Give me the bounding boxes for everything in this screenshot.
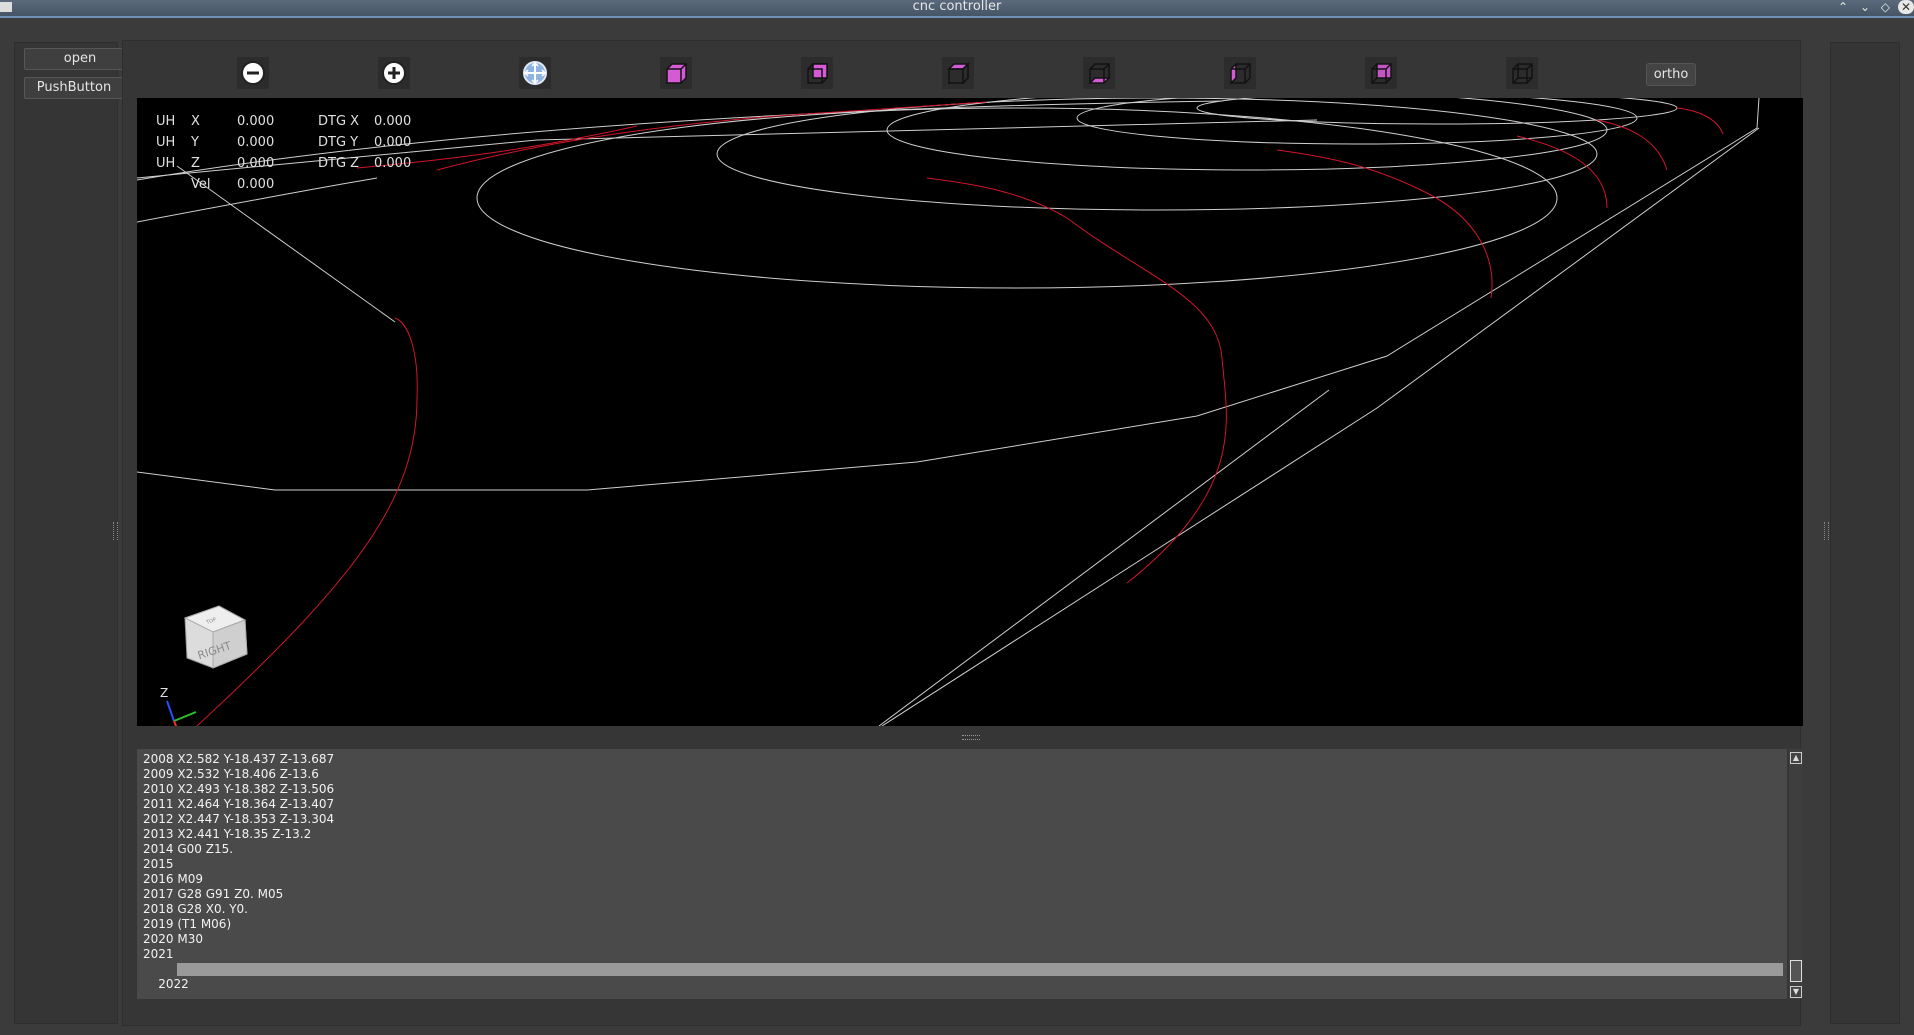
dro-x-prefix: UH: [156, 114, 176, 129]
shade-window-icon[interactable]: ⌃: [1838, 0, 1848, 14]
gcode-line[interactable]: 2016 M09: [137, 872, 1787, 887]
open-button[interactable]: open: [24, 48, 136, 70]
dro-z-value: 0.000: [237, 156, 275, 171]
rapid-path: [878, 389, 1330, 726]
zoom-out-icon[interactable]: [236, 56, 270, 90]
dro-y-value: 0.000: [237, 135, 275, 150]
gcode-line[interactable]: 2020 M30: [137, 932, 1787, 947]
contour-loop: [716, 98, 1598, 211]
toolpath-canvas: TOP RIGHT Z X: [137, 98, 1760, 726]
gcode-line[interactable]: 2017 G28 G91 Z0. M05: [137, 887, 1787, 902]
title-bar: cnc controller ⌃ ⌄ ◇ ✕: [0, 0, 1914, 18]
rapid-path: [137, 100, 1224, 181]
left-panel: [14, 42, 118, 1024]
dro-x-value: 0.000: [237, 114, 275, 129]
feed-path: [196, 317, 418, 726]
contour-loop: [1076, 98, 1638, 145]
window-title: cnc controller: [912, 0, 1002, 14]
dtg-y-label: DTG Y: [318, 135, 359, 150]
dtg-z-value: 0.000: [374, 156, 412, 171]
close-icon[interactable]: ✕: [1898, 0, 1914, 14]
gcode-current-line[interactable]: 2022: [137, 962, 1787, 991]
dtg-x-label: DTG X: [318, 114, 360, 129]
vertical-splitter-handle[interactable]: [962, 735, 980, 740]
gcode-line[interactable]: 2012 X2.447 Y-18.353 Z-13.304: [137, 812, 1787, 827]
contour-loop: [886, 98, 1608, 171]
dtg-z-label: DTG Z: [318, 156, 360, 171]
gcode-line[interactable]: 2011 X2.464 Y-18.364 Z-13.407: [137, 797, 1787, 812]
dro-y-axis: Y: [191, 135, 199, 150]
view-cube: TOP RIGHT: [183, 605, 248, 669]
gcode-line[interactable]: 2010 X2.493 Y-18.382 Z-13.506: [137, 782, 1787, 797]
zoom-in-icon[interactable]: [377, 56, 411, 90]
current-line-highlight: [177, 963, 1783, 976]
axis-triad: Z X: [160, 686, 197, 726]
dtg-y-value: 0.000: [374, 135, 412, 150]
velocity-label: Vel: [191, 177, 211, 192]
gcode-line[interactable]: 2014 G00 Z15.: [137, 842, 1787, 857]
view-top-icon[interactable]: [800, 56, 834, 90]
scroll-thumb[interactable]: [1790, 960, 1802, 982]
rapid-path: [881, 127, 1760, 726]
velocity-value: 0.000: [237, 177, 275, 192]
contour-loop: [476, 107, 1558, 289]
feed-path: [1276, 149, 1493, 299]
dro-z-axis: Z: [191, 156, 200, 171]
gcode-line[interactable]: 2013 X2.441 Y-18.35 Z-13.2: [137, 827, 1787, 842]
gcode-current-line-number: 2022: [158, 977, 189, 991]
view-wireframe-icon[interactable]: [1505, 56, 1539, 90]
right-panel: [1830, 42, 1900, 1024]
ortho-button[interactable]: ortho: [1646, 63, 1696, 86]
axis-z-label: Z: [160, 686, 168, 700]
maximize-icon[interactable]: ◇: [1881, 0, 1890, 14]
view-back-icon[interactable]: [1364, 56, 1398, 90]
view-iso-icon[interactable]: [659, 56, 693, 90]
view-front-icon[interactable]: [941, 56, 975, 90]
view-side-icon[interactable]: [1223, 56, 1257, 90]
gcode-line[interactable]: 2008 X2.582 Y-18.437 Z-13.687: [137, 752, 1787, 767]
dro-z-prefix: UH: [156, 156, 176, 171]
feed-path: [926, 177, 1227, 584]
gcode-line[interactable]: 2018 G28 X0. Y0.: [137, 902, 1787, 917]
gcode-scrollbar[interactable]: ▲ ▼: [1789, 749, 1803, 999]
minimize-icon[interactable]: ⌄: [1860, 0, 1870, 14]
feed-path: [1676, 107, 1724, 135]
zoom-fit-icon[interactable]: [518, 56, 552, 90]
toolpath-viewport[interactable]: TOP RIGHT Z X UH X 0.000 DTG X 0.000 UH …: [137, 98, 1803, 726]
left-splitter-handle[interactable]: [113, 522, 118, 540]
push-button[interactable]: PushButton: [24, 77, 124, 99]
scroll-down-icon[interactable]: ▼: [1790, 986, 1802, 998]
dro-y-prefix: UH: [156, 135, 176, 150]
gcode-listing[interactable]: 2008 X2.582 Y-18.437 Z-13.687 2009 X2.53…: [137, 749, 1787, 999]
dro-x-axis: X: [191, 114, 200, 129]
gcode-line[interactable]: 2019 (T1 M06): [137, 917, 1787, 932]
scroll-up-icon[interactable]: ▲: [1790, 752, 1802, 764]
dtg-x-value: 0.000: [374, 114, 412, 129]
gcode-line[interactable]: 2021: [137, 947, 1787, 962]
gcode-line[interactable]: 2015: [137, 857, 1787, 872]
view-bottom-icon[interactable]: [1082, 56, 1116, 90]
gcode-line[interactable]: 2009 X2.532 Y-18.406 Z-13.6: [137, 767, 1787, 782]
right-splitter-handle[interactable]: [1824, 522, 1829, 540]
rapid-path: [137, 119, 1318, 179]
feed-path: [1596, 119, 1668, 171]
